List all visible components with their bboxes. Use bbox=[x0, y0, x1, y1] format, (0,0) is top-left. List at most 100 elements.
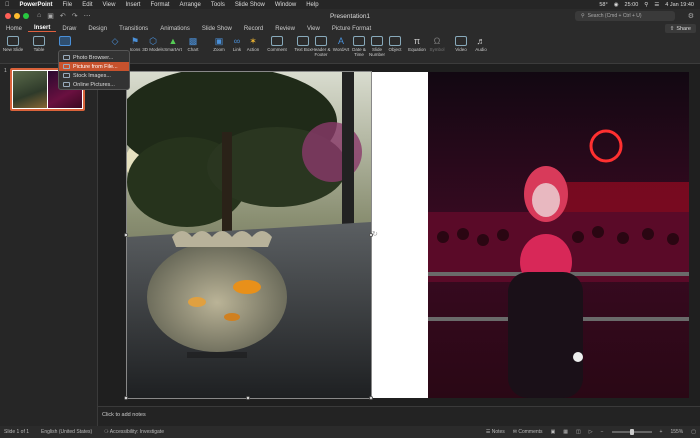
object-button[interactable]: Object bbox=[384, 36, 406, 62]
chart-label: Chart bbox=[187, 47, 199, 52]
tab-transitions[interactable]: Transitions bbox=[113, 26, 154, 32]
smartart-label: SmartArt bbox=[164, 47, 182, 52]
file-picture-icon bbox=[63, 64, 70, 69]
resize-handle-bottom-right[interactable] bbox=[369, 396, 373, 400]
menu-item-stock-images[interactable]: Stock Images... bbox=[59, 71, 129, 80]
menu-slide-show[interactable]: Slide Show bbox=[230, 2, 270, 8]
table-button[interactable]: Table bbox=[28, 36, 50, 62]
rotate-handle-icon[interactable]: ↻ bbox=[372, 230, 378, 238]
action-label: Action bbox=[246, 47, 260, 52]
header-footer-label: Header & Footer bbox=[311, 47, 331, 57]
menu-format[interactable]: Format bbox=[145, 2, 174, 8]
menu-item-online-pictures[interactable]: Online Pictures... bbox=[59, 80, 129, 89]
menu-window[interactable]: Window bbox=[270, 2, 301, 8]
search-icon[interactable]: ⚲ bbox=[644, 2, 648, 8]
zoom-out-icon[interactable]: − bbox=[601, 429, 604, 435]
shapes-icon: ◇ bbox=[111, 36, 119, 46]
menu-item-label: Picture from File... bbox=[73, 63, 118, 70]
clock-date[interactable]: 4 Jan 19:40 bbox=[665, 2, 694, 8]
calendar-icon bbox=[353, 36, 365, 46]
slide-sorter-icon[interactable]: ▦ bbox=[563, 429, 568, 435]
chart-button[interactable]: ▩ Chart bbox=[182, 36, 204, 62]
apple-icon[interactable]:  bbox=[0, 2, 15, 8]
menu-help[interactable]: Help bbox=[301, 2, 323, 8]
search-box[interactable]: ⚲ Search (Cmd + Ctrl + U) bbox=[575, 11, 675, 21]
menu-item-label: Stock Images... bbox=[73, 72, 111, 79]
slide-thumbnail-number: 1 bbox=[4, 68, 7, 74]
notes-button[interactable]: ☰ Notes bbox=[486, 429, 505, 435]
share-icon: ⇧ bbox=[669, 25, 675, 32]
zoom-in-icon[interactable]: + bbox=[660, 429, 663, 435]
menu-tools[interactable]: Tools bbox=[206, 2, 230, 8]
video-button[interactable]: Video bbox=[450, 36, 472, 62]
picture-icon bbox=[59, 36, 71, 46]
comment-button[interactable]: Comment bbox=[266, 36, 288, 62]
resize-handle-bottom-left[interactable] bbox=[124, 396, 128, 400]
tab-review[interactable]: Review bbox=[269, 26, 301, 32]
3d-models-button[interactable]: ⬡ 3D Models bbox=[142, 36, 164, 62]
slide-count: Slide 1 of 1 bbox=[4, 429, 30, 435]
menu-item-photo-browser[interactable]: Photo Browser... bbox=[59, 53, 129, 62]
tab-animations[interactable]: Animations bbox=[154, 26, 196, 32]
language-status[interactable]: English (United States) bbox=[41, 429, 92, 435]
menu-arrange[interactable]: Arrange bbox=[174, 2, 205, 8]
menu-file[interactable]: File bbox=[58, 2, 78, 8]
tab-view[interactable]: View bbox=[301, 26, 326, 32]
reading-view-icon[interactable]: ◫ bbox=[576, 429, 581, 435]
comment-label: Comment bbox=[267, 47, 287, 52]
picture-selection-box[interactable] bbox=[126, 71, 372, 399]
tab-insert[interactable]: Insert bbox=[28, 25, 57, 32]
menu-app-name[interactable]: PowerPoint bbox=[15, 2, 58, 8]
search-icon: ⚲ bbox=[581, 13, 585, 19]
notes-pane[interactable]: Click to add notes bbox=[98, 406, 700, 426]
equation-button[interactable]: π Equation bbox=[406, 36, 428, 62]
zoom-level[interactable]: 155% bbox=[670, 429, 683, 435]
resize-handle-bottom[interactable] bbox=[246, 396, 250, 400]
slide-thumbnails-panel: 1 bbox=[0, 64, 98, 426]
resize-handle-left[interactable] bbox=[124, 233, 128, 237]
tab-picture-format[interactable]: Picture Format bbox=[326, 26, 377, 32]
tab-record[interactable]: Record bbox=[238, 26, 269, 32]
window-titlebar: ⌂ ▣ ↶ ↷ ⋯ Presentation1 ⚲ Search (Cmd + … bbox=[0, 9, 700, 23]
mac-menubar:  PowerPoint File Edit View Insert Forma… bbox=[0, 0, 700, 9]
tab-design[interactable]: Design bbox=[82, 26, 113, 32]
share-button[interactable]: ⇧ Share bbox=[664, 24, 696, 33]
new-slide-button[interactable]: New Slide bbox=[2, 36, 24, 62]
comments-button[interactable]: ✉ Comments bbox=[513, 429, 543, 435]
slideshow-view-icon[interactable]: ▷ bbox=[589, 429, 593, 435]
omega-icon: Ω bbox=[433, 36, 441, 46]
speaker-icon: ♬ bbox=[476, 36, 486, 46]
header-footer-button[interactable]: Header & Footer bbox=[310, 36, 332, 62]
zoom-slider[interactable] bbox=[611, 429, 652, 435]
concert-photo[interactable] bbox=[428, 72, 689, 398]
menu-view[interactable]: View bbox=[98, 2, 121, 8]
wifi-icon[interactable]: ◉ bbox=[614, 2, 619, 8]
zoom-icon: ▣ bbox=[214, 36, 224, 46]
tab-slide-show[interactable]: Slide Show bbox=[196, 26, 238, 32]
fit-slide-icon[interactable]: ▢ bbox=[691, 429, 696, 435]
menu-item-label: Photo Browser... bbox=[73, 54, 114, 61]
audio-button[interactable]: ♬ Audio bbox=[470, 36, 492, 62]
object-icon bbox=[389, 36, 401, 46]
control-center-icon[interactable]: ☰ bbox=[654, 2, 659, 8]
link-label: Link bbox=[232, 47, 242, 52]
slide-number-label: Slide Number bbox=[368, 47, 385, 57]
normal-view-icon[interactable]: ▣ bbox=[551, 429, 556, 435]
stock-images-icon bbox=[63, 73, 70, 78]
status-bar: Slide 1 of 1 English (United States) ⚆ A… bbox=[0, 426, 700, 438]
action-button[interactable]: ✶ Action bbox=[242, 36, 264, 62]
menu-edit[interactable]: Edit bbox=[77, 2, 97, 8]
tab-draw[interactable]: Draw bbox=[56, 26, 82, 32]
symbol-label: Symbol bbox=[429, 47, 445, 52]
clock-time[interactable]: 25:00 bbox=[625, 2, 639, 8]
comment-icon bbox=[271, 36, 283, 46]
menu-insert[interactable]: Insert bbox=[120, 2, 145, 8]
menu-item-picture-from-file[interactable]: Picture from File... bbox=[59, 62, 129, 71]
smartart-button[interactable]: ▲ SmartArt bbox=[162, 36, 184, 62]
accessibility-label: Accessibility: Investigate bbox=[109, 429, 164, 435]
settings-icon[interactable]: ⚙ bbox=[688, 12, 694, 20]
object-label: Object bbox=[388, 47, 402, 52]
symbol-button[interactable]: Ω Symbol bbox=[426, 36, 448, 62]
accessibility-status[interactable]: ⚆ Accessibility: Investigate bbox=[104, 429, 164, 435]
tab-home[interactable]: Home bbox=[0, 26, 28, 32]
